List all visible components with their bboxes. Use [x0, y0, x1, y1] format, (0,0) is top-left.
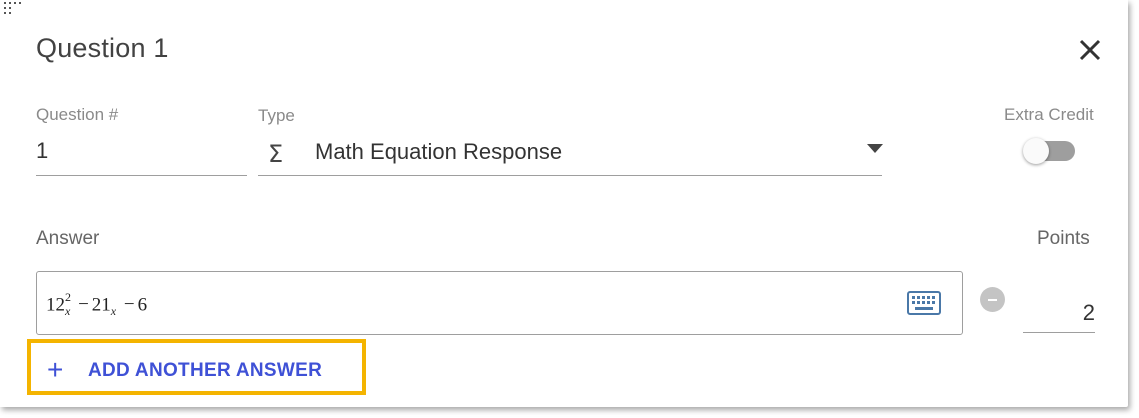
type-label: Type — [258, 106, 295, 125]
add-another-answer-button[interactable]: + ADD ANOTHER ANSWER — [27, 339, 366, 395]
drag-handle-icon[interactable] — [4, 2, 22, 20]
toggle-thumb — [1023, 138, 1049, 164]
question-number-label: Question # — [36, 105, 119, 124]
close-icon[interactable] — [1076, 36, 1104, 64]
answer-label: Answer — [36, 228, 100, 249]
add-another-answer-label: ADD ANOTHER ANSWER — [88, 360, 323, 381]
points-value: 2 — [1082, 300, 1095, 325]
extra-credit-toggle[interactable] — [1023, 138, 1077, 164]
keyboard-icon[interactable] — [907, 291, 941, 315]
type-value: Math Equation Response — [315, 139, 563, 164]
points-input[interactable]: 2 — [1023, 296, 1095, 333]
plus-icon: + — [47, 354, 64, 385]
question-number-value: 1 — [36, 138, 49, 163]
dropdown-arrow-icon[interactable] — [867, 144, 883, 153]
sigma-icon: Σ — [268, 140, 284, 168]
question-number-input[interactable] — [36, 128, 247, 176]
question-dialog: Question 1 Question # 1 Type Σ Math Equa… — [0, 0, 1128, 407]
points-label: Points — [1037, 228, 1090, 249]
answer-equation: 122x −21x −6 — [46, 290, 148, 319]
dialog-title: Question 1 — [36, 33, 169, 63]
extra-credit-label: Extra Credit — [1004, 105, 1094, 124]
answer-equation-input[interactable]: 122x −21x −6 — [36, 271, 963, 335]
remove-answer-icon[interactable] — [980, 287, 1005, 312]
